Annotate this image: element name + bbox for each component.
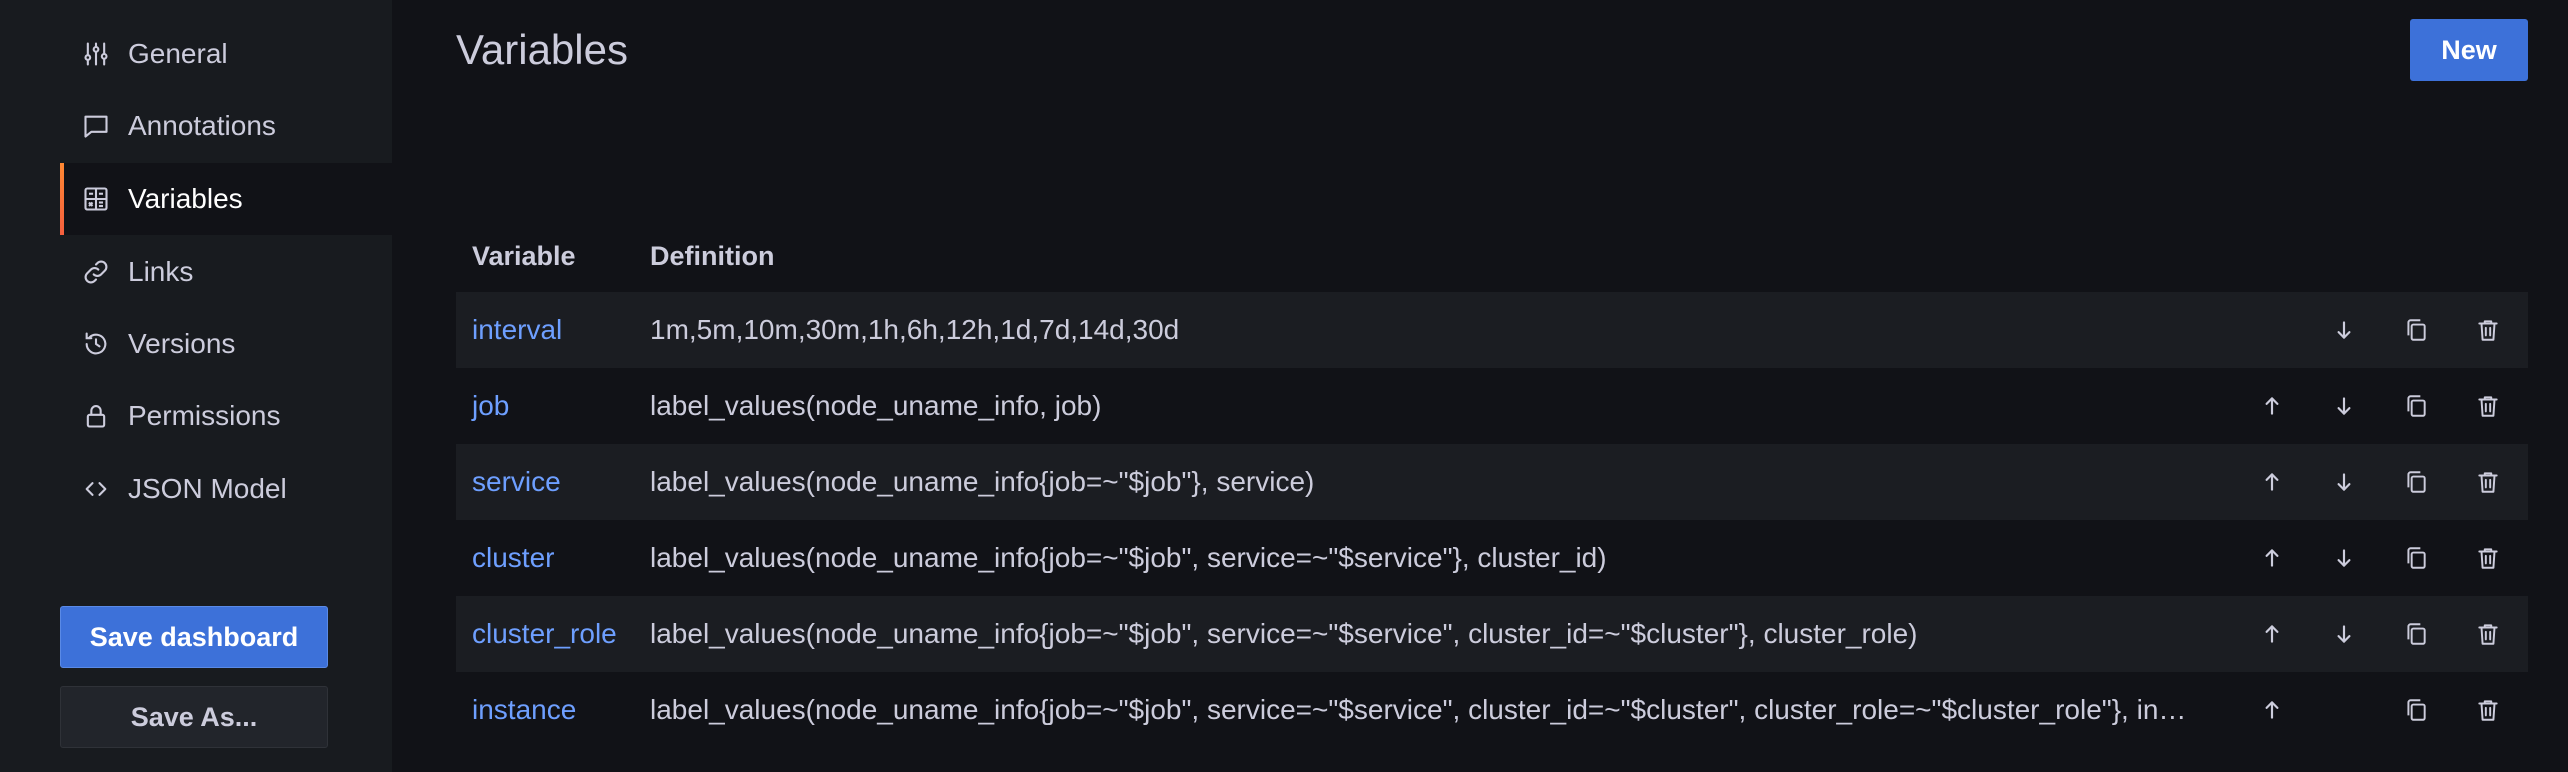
move-down-button[interactable]	[2324, 614, 2364, 654]
calculator-icon	[80, 183, 112, 215]
link-icon	[80, 256, 112, 288]
variable-name-link[interactable]: cluster_role	[472, 596, 617, 672]
duplicate-button[interactable]	[2396, 386, 2436, 426]
dashboard-settings: General Annotations Variables Links Vers…	[0, 0, 2568, 772]
sidebar-item-json-model[interactable]: JSON Model	[60, 453, 392, 525]
copy-icon	[2407, 623, 2426, 645]
copy-icon	[2407, 699, 2426, 721]
variable-definition: label_values(node_uname_info{job=~"$job"…	[650, 466, 1315, 497]
sidebar-item-label: General	[128, 38, 228, 69]
move-down-button[interactable]	[2324, 462, 2364, 502]
table-row: instance label_values(node_uname_info{jo…	[456, 672, 2528, 748]
move-up-button[interactable]	[2252, 386, 2292, 426]
sidebar-item-label: Annotations	[128, 110, 276, 141]
sidebar-item-annotations[interactable]: Annotations	[60, 90, 392, 162]
sidebar-item-label: Links	[128, 256, 194, 287]
page-title: Variables	[456, 26, 628, 73]
delete-button[interactable]	[2468, 386, 2508, 426]
copy-icon	[2407, 395, 2426, 417]
arrow-down-icon	[2337, 321, 2351, 339]
duplicate-button[interactable]	[2396, 614, 2436, 654]
table-row: cluster_role label_values(node_uname_inf…	[456, 596, 2528, 672]
sidebar-item-label: Variables	[128, 183, 243, 214]
trash-icon	[2478, 548, 2498, 569]
variable-definition: label_values(node_uname_info{job=~"$job"…	[650, 618, 1918, 649]
sliders-icon	[80, 38, 112, 70]
arrow-up-icon	[2265, 701, 2279, 719]
comment-icon	[80, 110, 112, 142]
trash-icon	[2478, 700, 2498, 721]
delete-button[interactable]	[2468, 538, 2508, 578]
trash-icon	[2478, 472, 2498, 493]
sidebar-item-permissions[interactable]: Permissions	[60, 380, 392, 452]
save-as-button[interactable]: Save As...	[60, 686, 328, 748]
duplicate-button[interactable]	[2396, 462, 2436, 502]
column-header-variable: Variable	[472, 241, 576, 271]
history-icon	[80, 328, 112, 360]
arrow-down-icon	[2337, 397, 2351, 415]
variables-table: Variable Definition interval 1m,5m,10m,3…	[456, 236, 2528, 748]
sidebar-item-label: Permissions	[128, 400, 281, 431]
arrow-down-icon	[2337, 473, 2351, 491]
delete-button[interactable]	[2468, 614, 2508, 654]
table-row: cluster label_values(node_uname_info{job…	[456, 520, 2528, 596]
sidebar-item-versions[interactable]: Versions	[60, 308, 392, 380]
arrow-up-icon	[2265, 625, 2279, 643]
trash-icon	[2478, 320, 2498, 341]
table-row: service label_values(node_uname_info{job…	[456, 444, 2528, 520]
variable-definition: label_values(node_uname_info{job=~"$job"…	[650, 694, 2190, 725]
sidebar-item-label: JSON Model	[128, 473, 287, 504]
column-header-definition: Definition	[650, 241, 775, 271]
delete-button[interactable]	[2468, 690, 2508, 730]
table-row: interval 1m,5m,10m,30m,1h,6h,12h,1d,7d,1…	[456, 292, 2528, 368]
arrow-up-icon	[2265, 397, 2279, 415]
duplicate-button[interactable]	[2396, 690, 2436, 730]
variable-name-link[interactable]: interval	[472, 292, 562, 368]
new-variable-button[interactable]: New	[2410, 19, 2528, 81]
move-up-button[interactable]	[2252, 538, 2292, 578]
move-down-button[interactable]	[2324, 310, 2364, 350]
move-down-button[interactable]	[2324, 538, 2364, 578]
move-up-button[interactable]	[2252, 614, 2292, 654]
delete-button[interactable]	[2468, 310, 2508, 350]
variable-name-link[interactable]: service	[472, 444, 561, 520]
trash-icon	[2478, 396, 2498, 417]
move-up-button[interactable]	[2252, 690, 2292, 730]
duplicate-button[interactable]	[2396, 310, 2436, 350]
delete-button[interactable]	[2468, 462, 2508, 502]
copy-icon	[2407, 547, 2426, 569]
variable-name-link[interactable]: job	[472, 368, 509, 444]
arrow-down-icon	[2337, 625, 2351, 643]
move-up-button[interactable]	[2252, 462, 2292, 502]
table-row: job label_values(node_uname_info, job)	[456, 368, 2528, 444]
variable-definition: label_values(node_uname_info{job=~"$job"…	[650, 542, 1607, 573]
variable-definition: label_values(node_uname_info, job)	[650, 390, 1102, 421]
sidebar-item-links[interactable]: Links	[60, 236, 392, 308]
duplicate-button[interactable]	[2396, 538, 2436, 578]
variable-definition: 1m,5m,10m,30m,1h,6h,12h,1d,7d,14d,30d	[650, 314, 1180, 345]
save-dashboard-button[interactable]: Save dashboard	[60, 606, 328, 668]
arrow-down-icon	[2337, 549, 2351, 567]
arrow-up-icon	[2265, 549, 2279, 567]
lock-icon	[80, 400, 112, 432]
arrow-up-icon	[2265, 473, 2279, 491]
sidebar-item-label: Versions	[128, 328, 236, 359]
trash-icon	[2478, 624, 2498, 645]
variable-name-link[interactable]: cluster	[472, 520, 554, 596]
sidebar-item-variables[interactable]: Variables	[60, 163, 392, 235]
table-header: Variable Definition	[456, 236, 2528, 292]
variable-name-link[interactable]: instance	[472, 672, 576, 748]
move-down-button[interactable]	[2324, 386, 2364, 426]
code-icon	[80, 473, 112, 505]
copy-icon	[2407, 319, 2426, 341]
sidebar-item-general[interactable]: General	[60, 18, 392, 90]
settings-sidebar: General Annotations Variables Links Vers…	[0, 0, 392, 772]
copy-icon	[2407, 471, 2426, 493]
